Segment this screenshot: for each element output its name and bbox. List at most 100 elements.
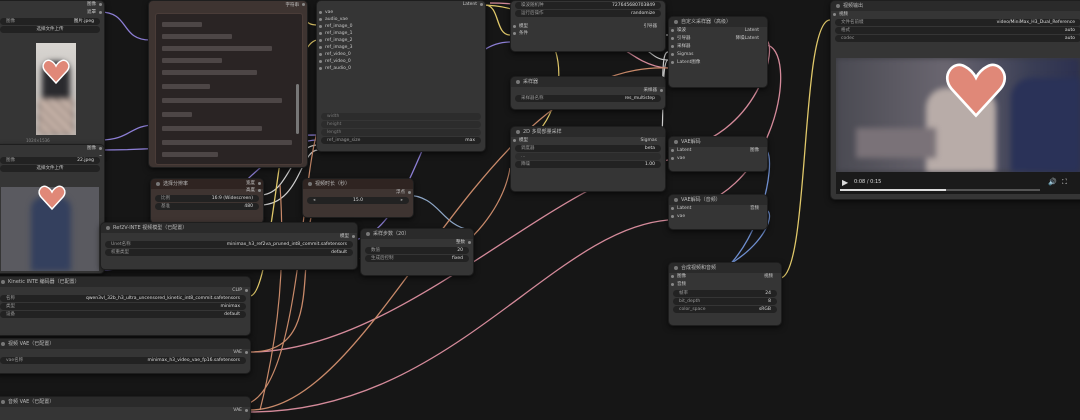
custom-sampler-node[interactable]: 自定义采样器（高级） 噪波 Latent 引导器 降噪Latent 采样器 Sigm… xyxy=(668,16,768,88)
out-float-label: 浮点 xyxy=(396,190,405,195)
unet-name-select[interactable]: Unet名称 minimax_h3_ref2va_pruned_int8_comm… xyxy=(105,241,353,248)
node-title: 采样器 xyxy=(511,77,665,87)
node-title: 自定义采样器（高级） xyxy=(669,17,767,27)
input-ref-image-2: ref_image_2 xyxy=(325,38,353,43)
upload-button[interactable]: 选择文件上传 xyxy=(0,165,100,172)
heart-icon xyxy=(945,63,1007,118)
load-image-node-1[interactable]: 图像 遮罩 图像 图片.jpeg 选择文件上传 1024×1536 xyxy=(0,0,105,154)
ratio-select[interactable]: 比例 16:9 (Widescreen) xyxy=(155,195,259,202)
out-int-label: 整数 xyxy=(456,240,465,245)
input-sigmas: Sigmas xyxy=(677,52,694,57)
heart-icon xyxy=(42,59,70,85)
codec-select[interactable]: codec auto xyxy=(835,35,1080,42)
volume-icon[interactable]: 🔊 xyxy=(1048,178,1057,186)
sampler-select-node[interactable]: 采样器 采样器 采样器名称 res_multistep xyxy=(510,76,666,110)
steps-value-input[interactable]: 数值 20 xyxy=(365,247,469,254)
steps-control-select[interactable]: 生成后控制 fixed xyxy=(365,255,469,262)
video-progress-bar[interactable] xyxy=(840,189,1040,191)
model-loader-node[interactable]: Ref2V-INTE 视频模型（已配置） 模型 Unet名称 minimax_h3… xyxy=(100,222,358,270)
noise-seed-input[interactable]: 噪波随机种 727645680703849 xyxy=(515,2,661,9)
heart-icon xyxy=(38,185,66,211)
weight-dtype-select[interactable]: 权重类型 default xyxy=(105,249,353,256)
width-widget[interactable]: width xyxy=(321,113,481,120)
out-sigmas-label: Sigmas xyxy=(640,138,657,143)
image-filename-select[interactable]: 图像 22.jpeg xyxy=(0,157,100,164)
length-value-input[interactable]: ◂ 15.0 ▸ xyxy=(307,197,409,204)
ref-video-sampler-node[interactable]: Latent vae audio_vae ref_image_0 ref_ima… xyxy=(316,0,486,152)
base-select[interactable]: 基准 480 xyxy=(155,203,259,210)
video-controls[interactable]: ▶ 0:08 / 0:15 🔊 ⛶ xyxy=(836,172,1080,194)
node-title: 音频 VAE（已配置） xyxy=(0,397,250,407)
out-image-label: 图像 xyxy=(750,148,759,153)
input-model: 模型 xyxy=(519,24,528,29)
filename-prefix-input[interactable]: 文件名前缀 video/MiniMax_H3_Dual_Reference xyxy=(835,19,1080,26)
input-ref-image-1: ref_image_1 xyxy=(325,31,353,36)
sampler-name-select[interactable]: 采样器名称 res_multistep xyxy=(515,95,661,102)
ref-image-size-select[interactable]: ref_image_size max xyxy=(321,137,481,144)
out-vae-label: VAE xyxy=(233,350,242,355)
input-guider: 引导器 xyxy=(677,36,691,41)
input-audio-vae: audio_vae xyxy=(325,17,348,22)
text-encoder-node[interactable]: Kinetic INTE 编码器（已配置） CLIP 名称 qwen3vl_32b… xyxy=(0,276,251,336)
input-audio: 音频 xyxy=(677,282,686,287)
node-title: Ref2V-INTE 视频模型（已配置） xyxy=(101,223,357,233)
out-model-label: 模型 xyxy=(340,234,349,239)
resolution-node[interactable]: 选择分辨率 宽度 高度 比例 16:9 (Widescreen) 基准 480 xyxy=(150,178,264,224)
vae-decode-audio-node[interactable]: VAE解码（音频） Latent 音频 vae xyxy=(668,194,768,230)
color-space-select[interactable]: color_space sRGB xyxy=(673,306,777,313)
clip-device-select[interactable]: 设备 default xyxy=(0,311,246,318)
load-image-node-2[interactable]: 图像 图像 22.jpeg 选择文件上传 xyxy=(0,144,105,274)
clip-name-select[interactable]: 名称 qwen3vl_32b_h3_ultra_uncensored_kineti… xyxy=(0,295,246,302)
preview-image-1 xyxy=(36,43,76,135)
denoise-input[interactable]: 降噪 1.00 xyxy=(515,161,661,168)
input-image: 图像 xyxy=(677,274,686,279)
node-title: 视频输出 xyxy=(831,1,1080,11)
create-video-node[interactable]: 合成视频和音频 图像 视频 音频 帧率 24 bit_depth 8 color_sp… xyxy=(668,262,782,326)
out-latent-label: Latent xyxy=(462,2,477,7)
video-vae-loader-node[interactable]: 视频 VAE（已配置） VAE vae名称 minimax_h3_video_va… xyxy=(0,338,251,374)
out-denoised-latent-label: 降噪Latent xyxy=(735,36,759,41)
play-icon[interactable]: ▶ xyxy=(842,178,848,187)
height-widget[interactable]: height xyxy=(321,121,481,128)
video-length-node[interactable]: 视频时长（秒） 浮点 ◂ 15.0 ▸ xyxy=(302,178,414,218)
scheduler-select[interactable]: 调度器 beta xyxy=(515,145,661,152)
input-vae: vae xyxy=(677,156,686,161)
node-title: Kinetic INTE 编码器（已配置） xyxy=(0,277,250,287)
scheduler-node[interactable]: 2D 多局部量采样 模型 Sigmas 调度器 beta … 降噪 1.00 xyxy=(510,126,666,192)
image-filename-select[interactable]: 图像 图片.jpeg xyxy=(0,18,100,25)
format-select[interactable]: 格式 auto xyxy=(835,27,1080,34)
control-after-generate-select[interactable]: 运行后操作 randomize xyxy=(515,10,661,17)
node-title: 2D 多局部量采样 xyxy=(511,127,665,137)
out-video-label: 视频 xyxy=(764,274,773,279)
size-caption: 1024×1536 xyxy=(26,138,50,143)
out-latent-label: Latent xyxy=(744,28,759,33)
video-time: 0:08 / 0:15 xyxy=(854,179,882,185)
video-player[interactable]: ▶ 0:08 / 0:15 🔊 ⛶ xyxy=(836,58,1080,194)
prompt-textarea[interactable] xyxy=(155,13,303,165)
input-video: 视频 xyxy=(839,12,848,17)
input-ref-video-1: ref_video_0 xyxy=(325,59,351,64)
input-latent: Latent xyxy=(677,206,692,211)
out-audio-label: 音频 xyxy=(750,206,759,211)
length-widget[interactable]: length xyxy=(321,129,481,136)
audio-vae-loader-node[interactable]: 音频 VAE（已配置） VAE xyxy=(0,396,251,420)
steps-widget-disabled[interactable]: … xyxy=(515,153,661,160)
noise-guider-node[interactable]: 噪波随机种 727645680703849 运行后操作 randomize 模型 引导… xyxy=(510,0,666,52)
fps-input[interactable]: 帧率 24 xyxy=(673,290,777,297)
node-canvas[interactable]: 图像 遮罩 图像 图片.jpeg 选择文件上传 1024×1536 图像 图像 22… xyxy=(0,0,1080,420)
steps-node[interactable]: 采样步数（20） 整数 数值 20 生成后控制 fixed xyxy=(360,228,474,276)
bit-depth-input[interactable]: bit_depth 8 xyxy=(673,298,777,305)
upload-button[interactable]: 选择文件上传 xyxy=(0,26,100,33)
vae-decode-node[interactable]: VAE解码 Latent 图像 vae xyxy=(668,136,768,172)
fullscreen-icon[interactable]: ⛶ xyxy=(1062,178,1067,187)
input-ref-image-3: ref_image_3 xyxy=(325,45,353,50)
textarea-scrollbar[interactable] xyxy=(296,84,299,134)
clip-type-select[interactable]: 类型 minimax xyxy=(0,303,246,310)
node-title: 视频时长（秒） xyxy=(303,179,413,189)
node-title: VAE解码（音频） xyxy=(669,195,767,205)
input-latent: Latent xyxy=(677,148,692,153)
text-prompt-node[interactable]: 字符串 xyxy=(148,0,308,168)
vae-name-select[interactable]: vae名称 minimax_h3_video_vae_fp16.safetenso… xyxy=(0,357,246,364)
input-noise: 噪波 xyxy=(677,28,686,33)
node-title: VAE解码 xyxy=(669,137,767,147)
